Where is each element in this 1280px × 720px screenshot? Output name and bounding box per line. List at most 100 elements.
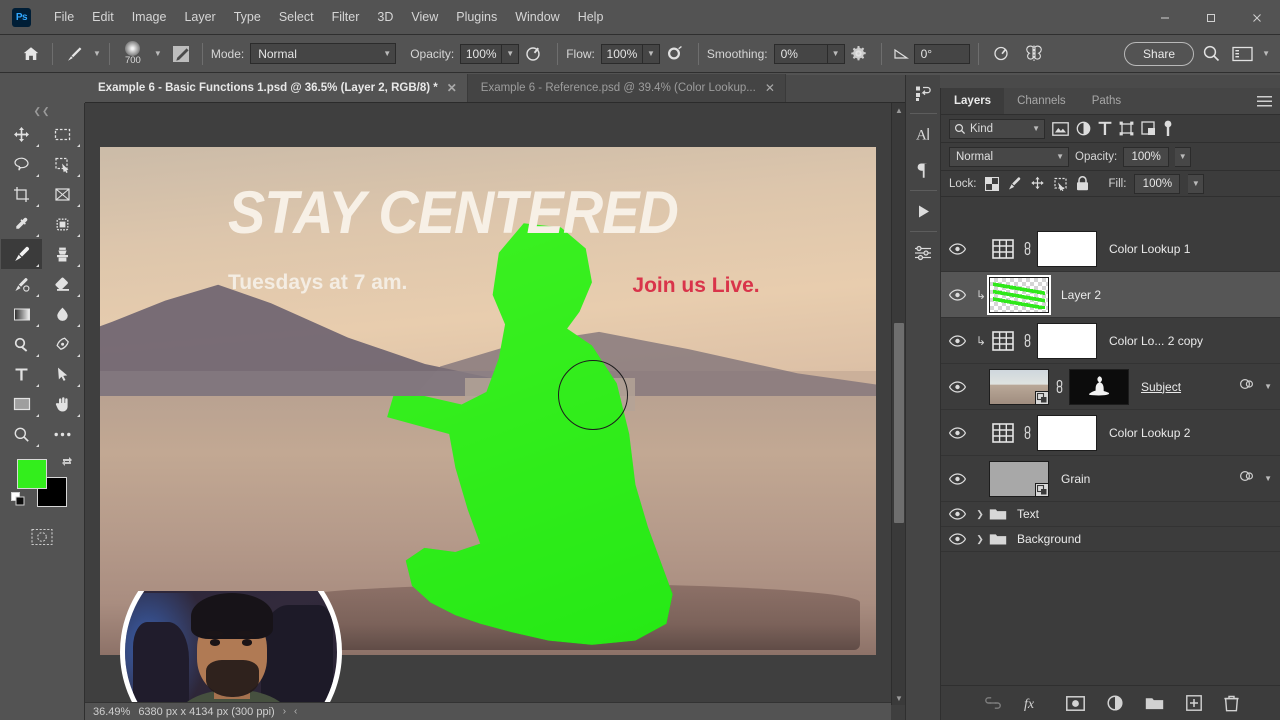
- menu-select[interactable]: Select: [270, 6, 323, 28]
- filter-kind-select[interactable]: Kind ▼: [949, 118, 1045, 139]
- pen-tool[interactable]: [42, 329, 83, 359]
- workspace-caret-icon[interactable]: ▼: [1262, 49, 1270, 58]
- status-expand-icon[interactable]: ›: [283, 706, 286, 717]
- layer-visibility-icon[interactable]: [941, 288, 973, 301]
- menu-3d[interactable]: 3D: [368, 6, 402, 28]
- history-brush-tool[interactable]: [1, 269, 42, 299]
- plus-square-icon[interactable]: [1185, 695, 1202, 711]
- layer-blend-mode-select[interactable]: Normal ▼: [949, 146, 1069, 167]
- filter-type-icon[interactable]: [1098, 121, 1112, 136]
- adjustment-icon[interactable]: [1106, 695, 1123, 711]
- layer-thumbnail-pixel[interactable]: [987, 274, 1051, 315]
- layer-mask-thumbnail[interactable]: [1037, 322, 1097, 359]
- table-row[interactable]: Color Lookup 1: [941, 226, 1280, 272]
- filter-smart-object-icon[interactable]: [1141, 121, 1156, 136]
- minimize-button[interactable]: [1142, 0, 1188, 35]
- eraser-tool[interactable]: [42, 269, 83, 299]
- opacity-input[interactable]: 100%: [460, 43, 503, 64]
- object-selection-tool[interactable]: [42, 149, 83, 179]
- airbrush-icon[interactable]: [660, 44, 690, 63]
- zoom-tool[interactable]: [1, 419, 42, 449]
- paragraph-panel-icon[interactable]: [906, 152, 941, 188]
- menu-edit[interactable]: Edit: [83, 6, 123, 28]
- frame-tool[interactable]: [42, 179, 83, 209]
- filter-pixel-icon[interactable]: [1052, 121, 1069, 136]
- rectangle-tool[interactable]: [1, 389, 42, 419]
- history-panel-icon[interactable]: [906, 75, 941, 111]
- menu-window[interactable]: Window: [506, 6, 568, 28]
- layer-list[interactable]: Color Lookup 1 ↳ Layer 2 ↳ Color Lo... 2…: [941, 226, 1280, 685]
- rectangular-marquee-tool[interactable]: [42, 119, 83, 149]
- canvas-vertical-scrollbar[interactable]: ▲ ▼: [891, 103, 905, 705]
- table-row[interactable]: ❯ Text: [941, 502, 1280, 527]
- flow-caret-icon[interactable]: ▼: [642, 43, 660, 64]
- menu-plugins[interactable]: Plugins: [447, 6, 506, 28]
- close-button[interactable]: [1234, 0, 1280, 35]
- smoothing-input[interactable]: 0%: [773, 43, 828, 64]
- layer-thumbnail-adjustment[interactable]: [989, 419, 1017, 447]
- foreground-color-swatch[interactable]: [17, 459, 47, 489]
- brush-size-preview[interactable]: 700: [118, 40, 148, 68]
- blend-mode-select[interactable]: Normal ▼: [250, 43, 397, 64]
- table-row[interactable]: ↳ Color Lo... 2 copy: [941, 318, 1280, 364]
- scrollbar-thumb[interactable]: [894, 323, 904, 523]
- panel-menu-icon[interactable]: [1257, 95, 1272, 113]
- layer-fill-input[interactable]: 100%: [1134, 173, 1181, 194]
- mask-link-icon[interactable]: [1017, 425, 1037, 440]
- layer-thumbnail-grain[interactable]: [989, 460, 1049, 497]
- pressure-size-icon[interactable]: [987, 44, 1017, 63]
- layer-effects-icon[interactable]: [1239, 469, 1254, 488]
- lock-transparent-pixels-icon[interactable]: [984, 176, 999, 191]
- layer-visibility-icon[interactable]: [941, 334, 973, 347]
- layer-name[interactable]: Color Lookup 1: [1109, 242, 1280, 256]
- layer-mask-thumbnail[interactable]: [1037, 414, 1097, 451]
- horizontal-type-tool[interactable]: [1, 359, 42, 389]
- quick-mask-icon[interactable]: [22, 523, 63, 551]
- table-row[interactable]: ❯ Background: [941, 527, 1280, 552]
- layer-visibility-icon[interactable]: [941, 426, 973, 439]
- layer-thumbnail-adjustment[interactable]: [989, 327, 1017, 355]
- layer-visibility-icon[interactable]: [941, 380, 973, 393]
- status-collapse-icon[interactable]: ‹: [294, 706, 297, 717]
- menu-layer[interactable]: Layer: [175, 6, 224, 28]
- menu-view[interactable]: View: [402, 6, 447, 28]
- mask-link-icon[interactable]: [1049, 379, 1069, 394]
- close-icon[interactable]: ✕: [447, 81, 457, 95]
- filter-shape-icon[interactable]: [1119, 121, 1134, 136]
- opacity-caret-icon[interactable]: ▼: [1175, 146, 1192, 167]
- brush-preset-caret-icon[interactable]: ▼: [93, 49, 101, 58]
- document-tab-active[interactable]: Example 6 - Basic Functions 1.psd @ 36.5…: [85, 74, 468, 102]
- fx-icon[interactable]: fx: [1024, 695, 1044, 712]
- layer-mask-thumbnail-subject[interactable]: [1069, 368, 1129, 405]
- filter-adjustment-icon[interactable]: [1076, 121, 1091, 136]
- menu-help[interactable]: Help: [569, 6, 613, 28]
- opacity-caret-icon[interactable]: ▼: [502, 43, 520, 64]
- folder-icon[interactable]: [1145, 696, 1164, 711]
- menu-filter[interactable]: Filter: [323, 6, 369, 28]
- layer-visibility-icon[interactable]: [941, 472, 973, 485]
- brush-settings-icon[interactable]: [168, 44, 194, 64]
- adjustments-panel-icon[interactable]: [906, 234, 941, 270]
- layer-visibility-icon[interactable]: [941, 508, 973, 520]
- workspace-switcher-icon[interactable]: [1228, 46, 1256, 62]
- layer-thumbnail-image[interactable]: [989, 368, 1049, 405]
- default-colors-icon[interactable]: [11, 492, 25, 511]
- pressure-opacity-icon[interactable]: [519, 44, 549, 63]
- tab-channels[interactable]: Channels: [1004, 88, 1079, 114]
- libraries-panel-icon[interactable]: [906, 193, 941, 229]
- layer-name[interactable]: Layer 2: [1061, 288, 1280, 302]
- smoothing-caret-icon[interactable]: ▼: [827, 43, 845, 64]
- document-tab-reference[interactable]: Example 6 - Reference.psd @ 39.4% (Color…: [467, 74, 786, 102]
- share-button[interactable]: Share: [1124, 41, 1195, 66]
- scroll-down-icon[interactable]: ▼: [892, 691, 905, 705]
- symmetry-butterfly-icon[interactable]: [1017, 44, 1051, 63]
- menu-type[interactable]: Type: [225, 6, 270, 28]
- close-icon[interactable]: ✕: [765, 81, 775, 95]
- lasso-tool[interactable]: [1, 149, 42, 179]
- brush-tool[interactable]: [1, 239, 42, 269]
- layer-name[interactable]: Color Lo... 2 copy: [1109, 334, 1280, 348]
- layer-visibility-icon[interactable]: [941, 533, 973, 545]
- dodge-tool[interactable]: [1, 329, 42, 359]
- chevron-down-icon[interactable]: ▼: [1264, 382, 1272, 391]
- search-icon[interactable]: [1194, 44, 1228, 63]
